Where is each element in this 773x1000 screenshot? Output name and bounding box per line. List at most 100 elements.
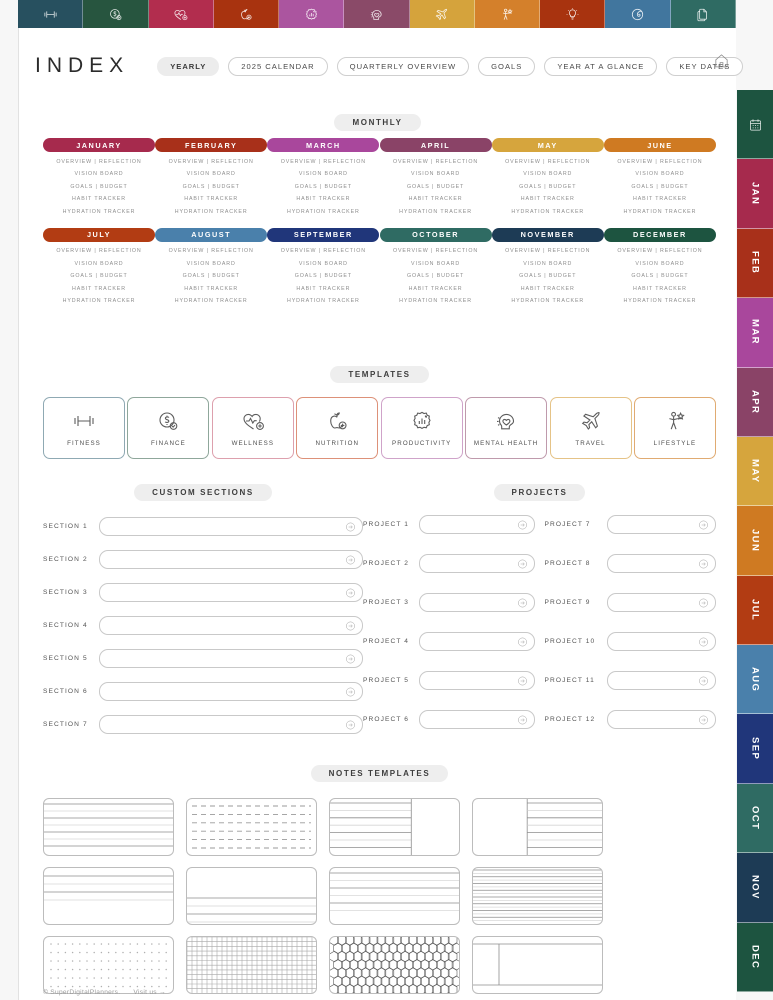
month-link[interactable]: OVERVIEW | REFLECTION — [604, 159, 716, 165]
dot-grid-notes[interactable] — [43, 936, 174, 994]
arrow-right-circle-icon[interactable] — [698, 714, 709, 725]
month-link[interactable]: OVERVIEW | REFLECTION — [155, 248, 267, 254]
rail-tab-jul[interactable]: JUL — [737, 575, 773, 645]
left-lined-right-blank[interactable] — [329, 798, 460, 856]
custom-sections-list[interactable]: SECTION 1 SECTION 2 SECTION 3 SECTION 4 SECT… — [43, 517, 363, 734]
month-link[interactable]: VISION BOARD — [604, 171, 716, 177]
month-link[interactable]: GOALS | BUDGET — [604, 273, 716, 279]
rail-tab-may[interactable]: MAY — [737, 436, 773, 507]
nav-pill-key-dates[interactable]: KEY DATES — [666, 56, 744, 76]
nav-pill-quarterly-overview[interactable]: QUARTERLY OVERVIEW — [336, 56, 470, 76]
arrow-right-circle-icon[interactable] — [698, 675, 709, 686]
month-link[interactable]: GOALS | BUDGET — [604, 184, 716, 190]
project-10-input[interactable] — [606, 632, 716, 651]
rail-tab-nov[interactable]: NOV — [737, 853, 773, 923]
square-grid-notes[interactable] — [186, 936, 317, 994]
month-link[interactable]: HABIT TRACKER — [155, 196, 267, 202]
month-link[interactable]: GOALS | BUDGET — [492, 184, 604, 190]
top-category-tabbar[interactable] — [18, 0, 736, 28]
rail-tab-mar[interactable]: MAR — [737, 298, 773, 368]
month-link[interactable]: HABIT TRACKER — [492, 196, 604, 202]
custom-section-3-input[interactable] — [99, 583, 363, 602]
rail-tab-jun[interactable]: JUN — [737, 506, 773, 576]
arrow-right-circle-icon[interactable] — [517, 636, 528, 647]
month-link[interactable]: HABIT TRACKER — [43, 196, 155, 202]
month-link[interactable]: HYDRATION TRACKER — [267, 209, 379, 215]
wide-ruled-notes[interactable] — [329, 867, 460, 925]
arrow-right-circle-icon[interactable] — [345, 587, 356, 598]
template-card-mental-health[interactable]: MENTAL HEALTH — [465, 397, 548, 459]
custom-section-6-input[interactable] — [99, 682, 363, 701]
month-link[interactable]: OVERVIEW | REFLECTION — [267, 159, 379, 165]
arrow-right-circle-icon[interactable] — [698, 597, 709, 608]
month-link[interactable]: VISION BOARD — [267, 171, 379, 177]
bottom-lined-notes[interactable] — [186, 867, 317, 925]
arrow-right-circle-icon[interactable] — [698, 558, 709, 569]
custom-section-1-input[interactable] — [99, 517, 363, 536]
nav-pill-goals[interactable]: GOALS — [478, 56, 536, 76]
month-rail[interactable]: JAN FEB MAR APR MAY JUN JUL AUG SEP OCT NOV DEC — [737, 90, 773, 992]
template-card-fitness[interactable]: FITNESS — [43, 397, 125, 459]
month-link[interactable]: HYDRATION TRACKER — [492, 298, 604, 304]
projects-right-column[interactable]: PROJECT 7 PROJECT 8 PROJECT 9 PROJECT 10 PRO… — [545, 515, 716, 749]
top-tab-lifestyle[interactable] — [474, 0, 541, 28]
template-card-wellness[interactable]: WELLNESS — [211, 397, 294, 459]
custom-section-7-input[interactable] — [99, 715, 363, 734]
month-link[interactable]: HYDRATION TRACKER — [604, 209, 716, 215]
top-tab-mental-health[interactable] — [344, 0, 410, 28]
month-link[interactable]: HABIT TRACKER — [604, 286, 716, 292]
month-link[interactable]: HABIT TRACKER — [492, 286, 604, 292]
month-chip[interactable]: JUNE — [603, 138, 716, 152]
rail-tab-jan[interactable]: JAN — [737, 159, 773, 229]
top-tab-productivity[interactable] — [279, 0, 345, 28]
template-card-lifestyle[interactable]: LIFESTYLE — [633, 397, 716, 459]
month-link[interactable]: OVERVIEW | REFLECTION — [43, 248, 155, 254]
nav-pill-yearly[interactable]: YEARLY — [157, 56, 220, 76]
nav-pill-group[interactable]: YEARLY 2025 CALENDAR QUARTERLY OVERVIEW GOA… — [157, 56, 744, 76]
home-icon[interactable] — [713, 52, 730, 74]
month-link[interactable]: HABIT TRACKER — [267, 196, 379, 202]
month-chip[interactable]: NOVEMBER — [491, 227, 604, 242]
lined-notes[interactable] — [43, 798, 174, 856]
custom-section-5-input[interactable] — [99, 649, 363, 668]
month-chip[interactable]: OCTOBER — [379, 227, 492, 242]
month-link[interactable]: HABIT TRACKER — [267, 286, 379, 292]
template-card-travel[interactable]: TRAVEL — [549, 397, 632, 459]
rail-tab-oct[interactable]: OCT — [737, 783, 773, 854]
arrow-right-circle-icon[interactable] — [345, 686, 356, 697]
month-chip[interactable]: SEPTEMBER — [267, 227, 380, 242]
project-8-input[interactable] — [606, 554, 716, 573]
month-link[interactable]: HYDRATION TRACKER — [380, 298, 492, 304]
template-card-nutrition[interactable]: NUTRITION — [296, 397, 379, 459]
month-link[interactable]: VISION BOARD — [43, 261, 155, 267]
template-card-finance[interactable]: FINANCE — [127, 397, 210, 459]
month-link[interactable]: HABIT TRACKER — [380, 286, 492, 292]
month-link[interactable]: OVERVIEW | REFLECTION — [492, 248, 604, 254]
month-chip[interactable]: JANUARY — [43, 138, 155, 152]
top-tab-travel[interactable] — [409, 0, 475, 28]
month-link[interactable]: GOALS | BUDGET — [380, 273, 492, 279]
month-link[interactable]: HYDRATION TRACKER — [155, 209, 267, 215]
month-chip[interactable]: APRIL — [379, 138, 492, 152]
month-link[interactable]: HYDRATION TRACKER — [604, 298, 716, 304]
month-chip[interactable]: MARCH — [267, 138, 380, 152]
month-link[interactable]: VISION BOARD — [43, 171, 155, 177]
top-tab-ideas[interactable] — [540, 0, 606, 28]
hexagon-grid-notes[interactable] — [329, 936, 460, 994]
arrow-right-circle-icon[interactable] — [698, 519, 709, 530]
top-tab-finance[interactable] — [83, 0, 149, 28]
top-tab-nutrition[interactable] — [213, 0, 280, 28]
month-link[interactable]: GOALS | BUDGET — [43, 184, 155, 190]
project-2-input[interactable] — [419, 554, 535, 573]
footer-visit-link[interactable]: Visit us → — [133, 989, 166, 996]
month-link[interactable]: OVERVIEW | REFLECTION — [267, 248, 379, 254]
projects-columns[interactable]: PROJECT 1 PROJECT 2 PROJECT 3 PROJECT 4 PROJ… — [363, 515, 716, 749]
month-link[interactable]: GOALS | BUDGET — [380, 184, 492, 190]
project-11-input[interactable] — [606, 671, 716, 690]
arrow-right-circle-icon[interactable] — [698, 636, 709, 647]
rail-tab-apr[interactable]: APR — [737, 367, 773, 437]
rail-tab-sep[interactable]: SEP — [737, 714, 773, 784]
arrow-right-circle-icon[interactable] — [517, 519, 528, 530]
month-link[interactable]: HABIT TRACKER — [43, 286, 155, 292]
month-chip[interactable]: MAY — [491, 138, 604, 152]
